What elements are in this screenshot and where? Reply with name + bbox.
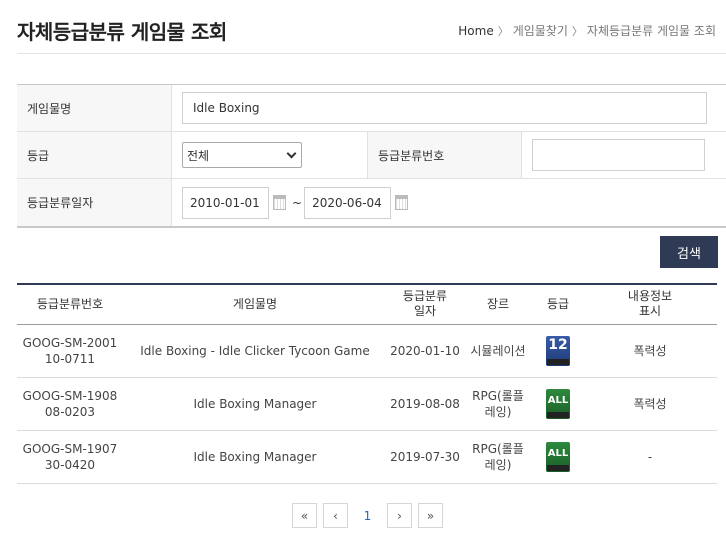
table-row[interactable]: GOOG-SM-1907 30-0420 Idle Boxing Manager… xyxy=(17,430,717,483)
first-page-button[interactable]: « xyxy=(292,503,317,528)
last-page-button[interactable]: » xyxy=(418,503,443,528)
rating-all-icon: ALL xyxy=(546,441,570,472)
header-date: 등급분류 일자 xyxy=(402,289,448,319)
next-page-button[interactable]: › xyxy=(387,503,412,528)
game-name-label: 게임물명 xyxy=(17,85,172,131)
search-row-grade: 등급 전체 등급분류번호 xyxy=(17,132,726,179)
cell-content-info: 폭력성 xyxy=(633,396,667,411)
pagination: « ‹ 1 › » xyxy=(292,503,443,528)
cell-class-no: GOOG-SM-2001 10-0711 xyxy=(22,335,118,366)
search-button[interactable]: 검색 xyxy=(660,236,718,268)
grade-select-value: 전체 xyxy=(187,148,210,163)
header-rating: 등급 xyxy=(546,296,570,311)
cell-date: 2019-07-30 xyxy=(390,449,460,464)
cell-rating: ALL xyxy=(533,377,583,430)
page-title: 자체등급분류 게임물 조회 xyxy=(17,20,227,44)
date-label: 등급분류일자 xyxy=(17,179,172,226)
chevron-right-icon: 〉 xyxy=(497,24,509,38)
calendar-icon[interactable] xyxy=(273,195,286,210)
date-from-input[interactable]: 2010-01-01 xyxy=(182,186,269,219)
class-no-label: 등급분류번호 xyxy=(367,132,522,178)
cell-content-info: - xyxy=(647,449,653,464)
cell-genre: RPG(롤플 레잉) xyxy=(472,388,524,419)
cell-date: 2020-01-10 xyxy=(390,343,460,358)
table-row[interactable]: GOOG-SM-1908 08-0203 Idle Boxing Manager… xyxy=(17,377,717,430)
cell-date: 2019-08-08 xyxy=(390,396,460,411)
class-no-input[interactable] xyxy=(532,139,705,171)
calendar-icon[interactable] xyxy=(395,195,409,210)
header-content-info: 내용정보 표시 xyxy=(627,289,673,319)
cell-game-name[interactable]: Idle Boxing Manager xyxy=(123,377,387,430)
search-form: 게임물명 등급 전체 등급분류번호 등급분류일자 2010-01-01 ~ 20… xyxy=(17,84,726,228)
header-class-no: 등급분류번호 xyxy=(36,296,104,311)
cell-class-no: GOOG-SM-1908 08-0203 xyxy=(22,388,118,419)
table-row[interactable]: GOOG-SM-2001 10-0711 Idle Boxing - Idle … xyxy=(17,324,717,377)
date-to-input[interactable]: 2020-06-04 xyxy=(304,186,392,219)
grade-select[interactable]: 전체 xyxy=(182,142,302,168)
title-divider xyxy=(17,53,726,54)
cell-content-info: 폭력성 xyxy=(633,343,667,358)
cell-genre: RPG(롤플 레잉) xyxy=(472,441,524,472)
search-row-date: 등급분류일자 2010-01-01 ~ 2020-06-04 xyxy=(17,179,726,226)
cell-class-no: GOOG-SM-1907 30-0420 xyxy=(22,441,118,472)
chevron-down-icon xyxy=(286,148,297,158)
chevron-right-icon: 〉 xyxy=(571,24,583,38)
search-row-game-name: 게임물명 xyxy=(17,85,726,132)
date-separator: ~ xyxy=(292,195,303,210)
rating-12-icon: 12 xyxy=(546,335,570,366)
table-header-row: 등급분류번호 게임물명 등급분류 일자 장르 등급 내용정보 표시 xyxy=(17,284,717,324)
breadcrumb-home[interactable]: Home xyxy=(458,24,493,38)
header-genre: 장르 xyxy=(486,296,510,311)
header-game-name: 게임물명 xyxy=(232,296,278,311)
results-table: 등급분류번호 게임물명 등급분류 일자 장르 등급 내용정보 표시 GOOG-S… xyxy=(17,283,717,484)
cell-game-name[interactable]: Idle Boxing Manager xyxy=(123,430,387,483)
breadcrumb-item[interactable]: 게임물찾기 xyxy=(513,22,568,39)
cell-rating: ALL xyxy=(533,430,583,483)
cell-game-name[interactable]: Idle Boxing - Idle Clicker Tycoon Game xyxy=(123,324,387,377)
cell-genre: 시뮬레이션 xyxy=(470,343,526,358)
cell-rating: 12 xyxy=(533,324,583,377)
game-name-input[interactable] xyxy=(182,92,707,124)
prev-page-button[interactable]: ‹ xyxy=(323,503,348,528)
breadcrumb: Home 〉 게임물찾기 〉 자체등급분류 게임물 조회 xyxy=(458,22,716,39)
grade-label: 등급 xyxy=(17,132,172,178)
page-number-current[interactable]: 1 xyxy=(354,503,381,528)
breadcrumb-current: 자체등급분류 게임물 조회 xyxy=(586,24,716,38)
rating-all-icon: ALL xyxy=(546,388,570,419)
